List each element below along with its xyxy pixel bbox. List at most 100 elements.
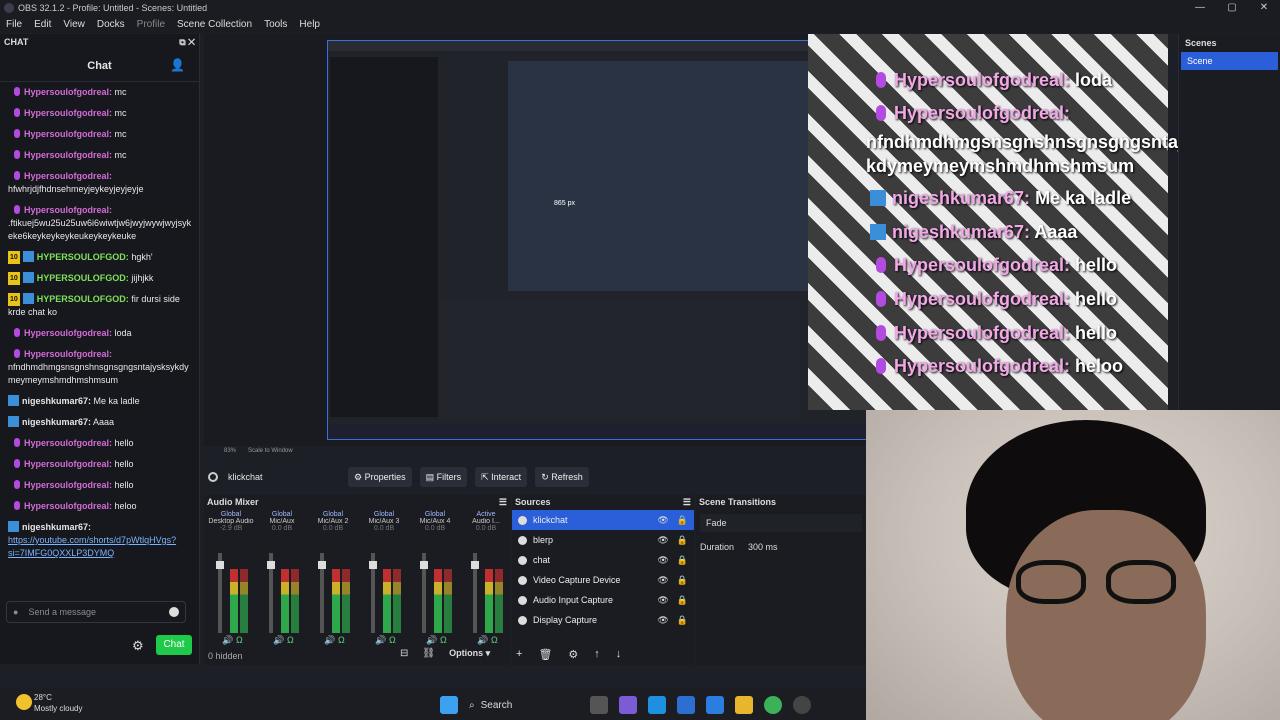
monitor-icon[interactable]: Ω bbox=[440, 635, 447, 645]
channel-name[interactable]: Mic/Aux 4 bbox=[410, 518, 460, 525]
store-icon[interactable] bbox=[677, 696, 695, 714]
visibility-eye-icon[interactable]: 👁 bbox=[657, 595, 668, 606]
channel-name[interactable]: Mic/Aux 3 bbox=[359, 518, 409, 525]
mail-icon[interactable] bbox=[706, 696, 724, 714]
chat-username[interactable]: Hypersoulofgodreal: bbox=[24, 480, 112, 490]
move-up-icon[interactable]: ↑ bbox=[594, 648, 600, 661]
chat-username[interactable]: Hypersoulofgodreal: bbox=[24, 205, 112, 215]
source-item[interactable]: klickchat 👁 🔒 bbox=[512, 510, 694, 530]
chrome-icon[interactable] bbox=[764, 696, 782, 714]
chat-username[interactable]: Hypersoulofgodreal: bbox=[24, 328, 112, 338]
mixer-options-button[interactable]: Options ▾ bbox=[449, 648, 490, 659]
chat-link[interactable]: https://youtube.com/shorts/d7pWtlqHVgs?s… bbox=[8, 535, 176, 558]
volume-fader[interactable] bbox=[420, 553, 428, 633]
chat-send-button[interactable]: Chat bbox=[156, 635, 192, 655]
menu-help[interactable]: Help bbox=[293, 19, 326, 30]
fader-knob[interactable] bbox=[369, 561, 377, 569]
volume-fader[interactable] bbox=[267, 553, 275, 633]
source-item[interactable]: chat 👁 🔒 bbox=[512, 550, 694, 570]
source-item[interactable]: Audio Input Capture 👁 🔒 bbox=[512, 590, 694, 610]
dock-menu-icon[interactable]: ☰ bbox=[499, 497, 507, 508]
chat-username[interactable]: Hypersoulofgodreal: bbox=[24, 150, 112, 160]
add-source-icon[interactable]: + bbox=[516, 648, 522, 661]
emoji-icon[interactable] bbox=[169, 607, 179, 617]
visibility-eye-icon[interactable]: 👁 bbox=[657, 535, 668, 546]
fader-knob[interactable] bbox=[471, 561, 479, 569]
lock-icon[interactable]: 🔒 bbox=[677, 615, 688, 626]
minimize-button[interactable]: — bbox=[1184, 0, 1216, 16]
send-message-input[interactable]: ● Send a message bbox=[6, 601, 186, 623]
chat-username[interactable]: Hypersoulofgodreal: bbox=[24, 459, 112, 469]
weather-widget[interactable]: 28°C Mostly cloudy bbox=[16, 692, 82, 714]
chat-username[interactable]: Hypersoulofgodreal: bbox=[24, 349, 112, 359]
edge-icon[interactable] bbox=[648, 696, 666, 714]
zoom-value[interactable]: 83% bbox=[224, 448, 236, 454]
link-icon[interactable]: ⛓ bbox=[422, 648, 435, 659]
remove-source-icon[interactable]: 🗑 bbox=[538, 648, 552, 661]
chat-settings-gear-icon[interactable]: ⚙ bbox=[132, 638, 144, 654]
refresh-button[interactable]: ↻ Refresh bbox=[535, 467, 589, 487]
speaker-icon[interactable]: 🔊 bbox=[426, 635, 437, 646]
chat-username[interactable]: Hypersoulofgodreal: bbox=[24, 438, 112, 448]
user-settings-icon[interactable]: 👤 bbox=[170, 58, 185, 72]
volume-fader[interactable] bbox=[216, 553, 224, 633]
close-button[interactable]: ✕ bbox=[1248, 0, 1280, 16]
taskbar-search[interactable]: ⌕ Search bbox=[469, 694, 579, 716]
volume-fader[interactable] bbox=[318, 553, 326, 633]
chat-username[interactable]: HYPERSOULOFGOD: bbox=[37, 252, 129, 262]
menu-edit[interactable]: Edit bbox=[28, 19, 57, 30]
lock-icon[interactable]: 🔒 bbox=[677, 575, 688, 586]
channel-name[interactable]: Mic/Aux 2 bbox=[308, 518, 358, 525]
move-down-icon[interactable]: ↓ bbox=[616, 648, 622, 661]
task-view-icon[interactable] bbox=[590, 696, 608, 714]
maximize-button[interactable]: ▢ bbox=[1216, 0, 1248, 16]
fader-knob[interactable] bbox=[216, 561, 224, 569]
source-item[interactable]: Video Capture Device 👁 🔒 bbox=[512, 570, 694, 590]
scene-item[interactable]: Scene bbox=[1181, 52, 1278, 70]
interact-button[interactable]: ⇱ Interact bbox=[475, 467, 528, 487]
dock-menu-icon[interactable]: ☰ bbox=[683, 497, 691, 508]
menu-docks[interactable]: Docks bbox=[91, 19, 131, 30]
layout-icon[interactable]: ⊟ bbox=[400, 648, 408, 659]
monitor-icon[interactable]: Ω bbox=[287, 635, 294, 645]
file-explorer-icon[interactable] bbox=[735, 696, 753, 714]
dock-close-icon[interactable]: ⧉ ✕ bbox=[179, 37, 195, 48]
properties-button[interactable]: ⚙ Properties bbox=[348, 467, 412, 487]
filters-button[interactable]: ▤ Filters bbox=[419, 467, 468, 487]
chat-username[interactable]: Hypersoulofgodreal: bbox=[24, 108, 112, 118]
visibility-eye-icon[interactable]: 👁 bbox=[657, 615, 668, 626]
monitor-icon[interactable]: Ω bbox=[338, 635, 345, 645]
menu-scene-collection[interactable]: Scene Collection bbox=[171, 19, 258, 30]
monitor-icon[interactable]: Ω bbox=[236, 635, 243, 645]
lock-icon[interactable]: 🔒 bbox=[677, 595, 688, 606]
chat-username[interactable]: nigeshkumar67: bbox=[22, 417, 91, 427]
visibility-eye-icon[interactable]: 👁 bbox=[657, 515, 668, 526]
channel-name[interactable]: Desktop Audio bbox=[206, 518, 256, 525]
chat-username[interactable]: HYPERSOULOFGOD: bbox=[37, 294, 129, 304]
chat-username[interactable]: HYPERSOULOFGOD: bbox=[37, 273, 129, 283]
chat-username[interactable]: Hypersoulofgodreal: bbox=[24, 129, 112, 139]
transition-select[interactable]: Fade bbox=[700, 514, 862, 532]
channel-name[interactable]: Audio I... bbox=[461, 518, 511, 525]
fader-knob[interactable] bbox=[318, 561, 326, 569]
visibility-eye-icon[interactable]: 👁 bbox=[657, 555, 668, 566]
speaker-icon[interactable]: 🔊 bbox=[477, 635, 488, 646]
source-properties-icon[interactable]: ⚙ bbox=[568, 648, 578, 661]
chat-username[interactable]: Hypersoulofgodreal: bbox=[24, 87, 112, 97]
menu-view[interactable]: View bbox=[57, 19, 91, 30]
zoom-mode[interactable]: Scale to Window bbox=[248, 448, 293, 454]
lock-icon[interactable]: 🔒 bbox=[677, 535, 688, 546]
menu-profile[interactable]: Profile bbox=[131, 19, 171, 30]
teams-icon[interactable] bbox=[619, 696, 637, 714]
duration-input[interactable]: 300 ms bbox=[748, 542, 778, 552]
monitor-icon[interactable]: Ω bbox=[491, 635, 498, 645]
chat-username[interactable]: Hypersoulofgodreal: bbox=[24, 171, 112, 181]
lock-icon[interactable]: 🔒 bbox=[677, 555, 688, 566]
speaker-icon[interactable]: 🔊 bbox=[273, 635, 284, 646]
volume-fader[interactable] bbox=[471, 553, 479, 633]
chat-username[interactable]: nigeshkumar67: bbox=[22, 522, 91, 532]
start-icon[interactable] bbox=[440, 696, 458, 714]
monitor-icon[interactable]: Ω bbox=[389, 635, 396, 645]
obs-taskbar-icon[interactable] bbox=[793, 696, 811, 714]
channel-name[interactable]: Mic/Aux bbox=[257, 518, 307, 525]
